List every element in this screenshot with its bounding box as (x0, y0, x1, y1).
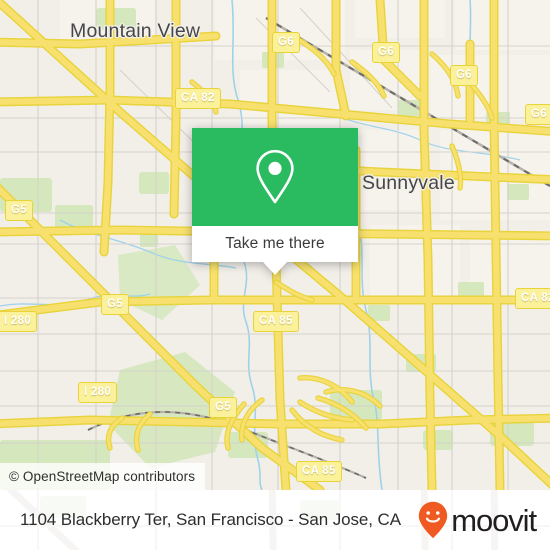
take-me-there-label: Take me there (225, 235, 325, 252)
map-pin-icon (256, 149, 294, 204)
moovit-smiley-pin-icon (419, 501, 448, 539)
moovit-map-screenshot: Mountain View Sunnyvale G6 G6 G6 G6 CA 8… (0, 0, 550, 550)
footer-bar: 1104 Blackberry Ter, San Francisco - San… (0, 490, 550, 550)
address-label: 1104 Blackberry Ter, San Francisco - San… (20, 510, 401, 529)
moovit-wordmark: moovit (451, 502, 537, 538)
callout-pointer (263, 262, 287, 275)
footer-content: 1104 Blackberry Ter, San Francisco - San… (0, 490, 550, 550)
take-me-there-button[interactable]: Take me there (192, 226, 358, 275)
osm-attribution-text: © OpenStreetMap contributors (9, 469, 196, 484)
osm-attribution[interactable]: © OpenStreetMap contributors (0, 463, 206, 490)
moovit-logo[interactable]: moovit (418, 501, 537, 539)
location-callout-card[interactable]: Take me there (192, 128, 358, 275)
callout-icon-area (192, 128, 358, 226)
map-canvas[interactable]: Mountain View Sunnyvale G6 G6 G6 G6 CA 8… (0, 0, 550, 490)
